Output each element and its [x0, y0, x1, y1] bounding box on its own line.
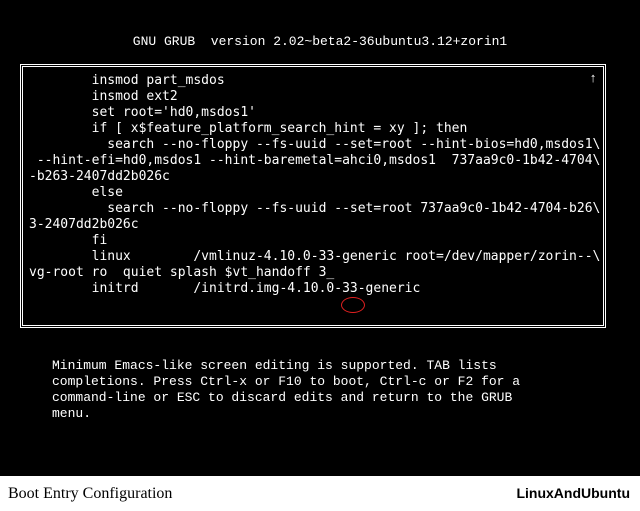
boot-entry-text[interactable]: insmod part_msdos insmod ext2 set root='…	[29, 73, 603, 297]
caption-right: LinuxAndUbuntu	[516, 476, 630, 511]
help-text: Minimum Emacs-like screen editing is sup…	[52, 358, 592, 422]
highlight-runlevel-3	[341, 297, 365, 313]
grub-title: GNU GRUB version 2.02~beta2-36ubuntu3.12…	[0, 34, 640, 49]
grub-screen: GNU GRUB version 2.02~beta2-36ubuntu3.12…	[0, 0, 640, 476]
scroll-up-icon: ↑	[589, 71, 597, 86]
caption-bar: Boot Entry Configuration LinuxAndUbuntu	[0, 476, 640, 511]
grub-edit-box[interactable]: ↑ insmod part_msdos insmod ext2 set root…	[20, 64, 606, 328]
caption-left: Boot Entry Configuration	[8, 476, 172, 511]
